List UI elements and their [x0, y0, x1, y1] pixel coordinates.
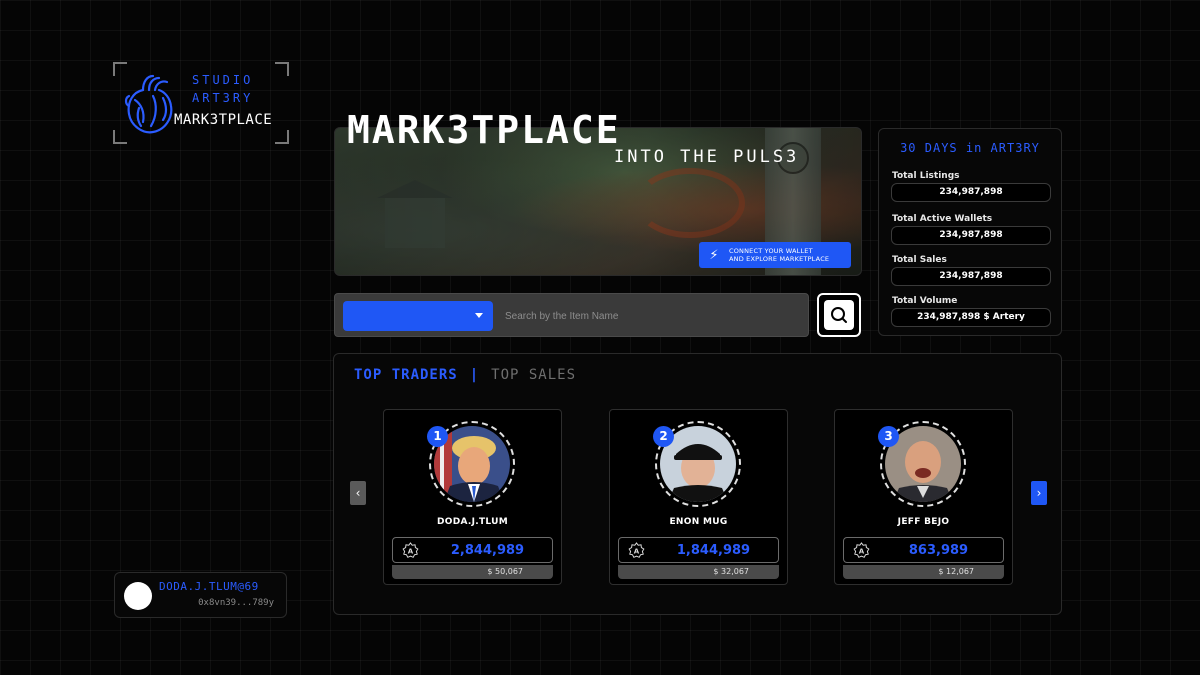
tab-bar: TOP TRADERS | TOP SALES: [354, 367, 576, 383]
trader-name: JEFF BEJO: [897, 517, 950, 527]
stat-value-active-wallets: 234,987,898: [891, 226, 1051, 245]
trader-name: DODA.J.TLUM: [436, 517, 509, 527]
search-icon: [831, 307, 847, 323]
artery-token-icon: A: [402, 542, 419, 558]
artery-token-icon: A: [853, 542, 870, 558]
avatar[interactable]: [124, 582, 152, 610]
top-traders-panel: TOP TRADERS | TOP SALES ‹ › 1 DODA.J.TLU…: [333, 353, 1062, 615]
trader-card[interactable]: 1 DODA.J.TLUM A 2,844,989 $ 50,067: [383, 409, 562, 585]
trader-card[interactable]: 2 ENON MUG A 1,844,989 $ 32,067: [609, 409, 788, 585]
user-profile-card[interactable]: DODA.J.TLUM@69 0x8vn39...789y: [114, 572, 287, 618]
tab-separator: |: [469, 367, 480, 383]
wallet-address: 0x8vn39...789y: [198, 598, 274, 608]
artery-token-icon: A: [628, 542, 645, 558]
connect-wallet-button[interactable]: ⚡ CONNECT YOUR WALLET AND EXPLORE MARKET…: [699, 242, 851, 268]
trader-value-box: A 863,989: [843, 537, 1004, 563]
tab-top-traders[interactable]: TOP TRADERS: [354, 367, 458, 383]
trader-usd-value: $ 12,067: [843, 565, 1004, 579]
trader-card[interactable]: 3 JEFF BEJO A 863,989 $ 12,067: [834, 409, 1013, 585]
stats-panel: 30 DAYS in ART3RY Total Listings 234,987…: [878, 128, 1062, 336]
user-name: DODA.J.TLUM@69: [159, 580, 259, 593]
trader-value-box: A 1,844,989: [618, 537, 779, 563]
stat-value-sales: 234,987,898: [891, 267, 1051, 286]
search-button-face: [824, 300, 854, 330]
svg-text:A: A: [634, 548, 640, 556]
category-select[interactable]: [343, 301, 493, 331]
carousel-next-button[interactable]: ›: [1031, 481, 1047, 505]
brand-line-artery: ART3RY: [192, 91, 254, 105]
brand-line-studio: STUDIO: [192, 73, 254, 87]
trader-token-value: 1,844,989: [676, 543, 751, 558]
trader-token-value: 2,844,989: [450, 543, 525, 558]
rank-badge: 2: [653, 426, 674, 447]
trader-usd-value: $ 32,067: [618, 565, 779, 579]
hero-title: MARK3TPLACE: [347, 108, 621, 152]
stat-label-sales: Total Sales: [892, 255, 947, 265]
stat-label-volume: Total Volume: [892, 296, 958, 306]
hero-subtitle: INTO THE PULS3: [614, 147, 800, 167]
chevron-right-icon: ›: [1036, 486, 1042, 500]
search-bar: [334, 293, 809, 337]
chevron-left-icon: ‹: [355, 486, 361, 500]
search-button[interactable]: [817, 293, 861, 337]
stats-title: 30 DAYS in ART3RY: [900, 141, 1040, 155]
connect-wallet-line1: CONNECT YOUR WALLET: [729, 246, 813, 255]
svg-text:A: A: [408, 548, 414, 556]
brand-line-marketplace: MARK3TPLACE: [174, 112, 273, 128]
stat-value-listings: 234,987,898: [891, 183, 1051, 202]
stat-label-active-wallets: Total Active Wallets: [892, 214, 993, 224]
corner-bracket: [275, 62, 289, 76]
stat-label-listings: Total Listings: [892, 171, 960, 181]
svg-text:A: A: [859, 548, 865, 556]
lightning-icon: ⚡: [709, 247, 719, 263]
trader-usd-value: $ 50,067: [392, 565, 553, 579]
corner-bracket: [275, 130, 289, 144]
search-input[interactable]: [505, 303, 795, 329]
trader-name: ENON MUG: [669, 517, 728, 527]
carousel-prev-button[interactable]: ‹: [350, 481, 366, 505]
trader-token-value: 863,989: [908, 543, 969, 558]
connect-wallet-label: CONNECT YOUR WALLET AND EXPLORE MARKETPL…: [729, 247, 829, 264]
chevron-down-icon: [475, 313, 483, 318]
rank-badge: 3: [878, 426, 899, 447]
tab-top-sales[interactable]: TOP SALES: [491, 367, 576, 383]
connect-wallet-line2: AND EXPLORE MARKETPLACE: [729, 255, 830, 263]
brand-logo[interactable]: STUDIO ART3RY MARK3TPLACE: [113, 62, 289, 144]
rank-badge: 1: [427, 426, 448, 447]
trader-value-box: A 2,844,989: [392, 537, 553, 563]
anatomical-heart-icon: [124, 74, 173, 134]
stat-value-volume: 234,987,898 $ Artery: [891, 308, 1051, 327]
